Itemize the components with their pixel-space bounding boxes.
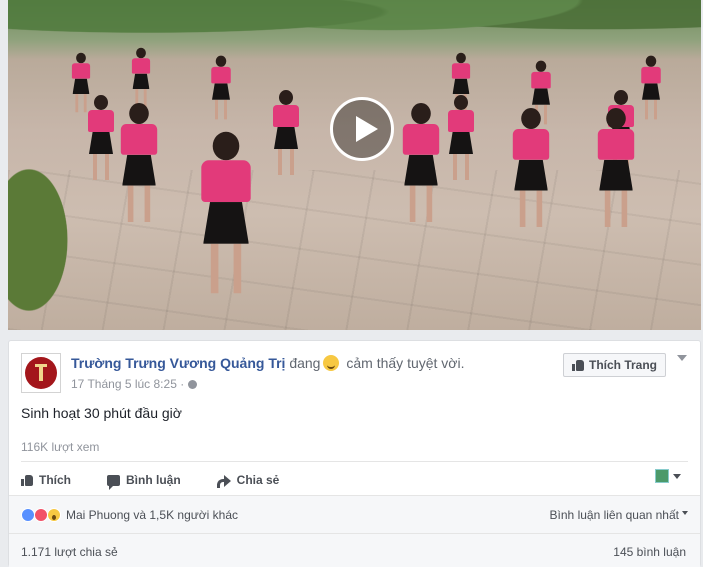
caret-down-icon (682, 511, 688, 515)
reactions-bar: Mai Phuong và 1,5K người khác Bình luận … (9, 495, 700, 533)
footer-stats: 1.171 lượt chia sẻ 145 bình luận (9, 533, 700, 567)
comment-icon (107, 474, 120, 490)
video-child (131, 47, 151, 108)
thumbs-up-icon (21, 474, 33, 486)
chevron-down-icon[interactable] (677, 355, 687, 361)
page-name-link[interactable]: Trường Trưng Vương Quảng Trị (71, 355, 285, 371)
feeling-text: cảm thấy tuyệt vời. (346, 355, 465, 371)
smiling-emoji-icon (323, 355, 340, 371)
page-avatar[interactable] (21, 353, 61, 393)
video-child (88, 95, 114, 180)
reaction-summary-text: Mai Phuong và 1,5K người khác (66, 508, 239, 522)
share-icon (216, 474, 231, 488)
comment-sort-label: Bình luận liên quan nhất (549, 508, 679, 522)
action-bar: Thích Bình luận Chia sẻ (21, 469, 315, 491)
thumbs-up-icon (572, 359, 584, 371)
video-trees (8, 0, 701, 60)
like-button[interactable]: Thích (21, 473, 71, 487)
video-child (273, 90, 299, 175)
view-count: 116K lượt xem (21, 440, 100, 454)
caret-down-icon (673, 473, 681, 479)
feeling-prefix: đang (289, 355, 321, 371)
share-button[interactable]: Chia sẻ (216, 473, 280, 488)
comment-count[interactable]: 145 bình luận (613, 545, 686, 559)
wow-reaction-icon (47, 508, 61, 522)
love-reaction-icon (34, 508, 48, 522)
divider (21, 461, 688, 462)
like-label: Thích (39, 473, 71, 487)
like-reaction-icon (21, 508, 35, 522)
globe-icon[interactable] (188, 380, 198, 389)
video-child (512, 108, 550, 227)
post-card: Trường Trưng Vương Quảng Trị đang cảm th… (8, 340, 701, 567)
video-child (597, 108, 635, 227)
comment-sort-dropdown[interactable]: Bình luận liên quan nhất (550, 508, 688, 522)
play-icon[interactable] (330, 97, 394, 161)
school-logo-icon (25, 357, 57, 389)
video-bush (8, 150, 78, 330)
video-player[interactable] (8, 0, 701, 330)
page-avatar-small-icon (655, 469, 669, 483)
share-label: Chia sẻ (236, 473, 280, 487)
like-page-button[interactable]: Thích Trang (563, 353, 667, 377)
video-child (448, 95, 474, 180)
video-child (641, 55, 661, 120)
post-text: Sinh hoạt 30 phút đầu giờ (21, 405, 182, 421)
video-child (120, 103, 158, 222)
post-header: Trường Trưng Vương Quảng Trị đang cảm th… (71, 355, 465, 371)
comment-button[interactable]: Bình luận (107, 473, 181, 490)
reaction-summary[interactable]: Mai Phuong và 1,5K người khác (21, 508, 238, 522)
video-child (402, 103, 440, 222)
post-timestamp[interactable]: 17 Tháng 5 lúc 8:25 · (71, 377, 184, 391)
video-child (201, 131, 251, 294)
like-page-label: Thích Trang (589, 358, 658, 372)
post-as-selector[interactable] (655, 469, 681, 483)
comment-label: Bình luận (126, 473, 181, 487)
post-meta: 17 Tháng 5 lúc 8:25 · (71, 377, 198, 391)
share-count[interactable]: 1.171 lượt chia sẻ (21, 545, 118, 559)
video-child (211, 55, 231, 120)
